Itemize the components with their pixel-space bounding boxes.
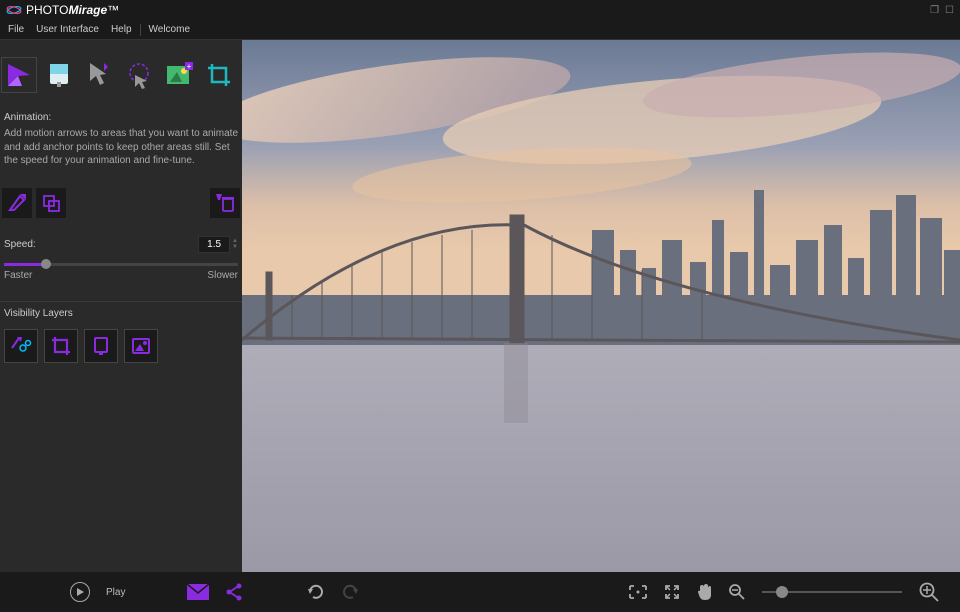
duplicate-tool[interactable] [36,188,66,218]
speed-slider-labels: Faster Slower [0,268,242,297]
main-area: + Animation: Add motion arrows to areas … [0,40,960,572]
speed-slower-label: Slower [207,270,238,281]
anchor-tool[interactable] [42,58,76,92]
visibility-title: Visibility Layers [0,306,242,321]
select-anchor-tool[interactable] [122,58,156,92]
select-arrow-tool[interactable] [82,58,116,92]
app-title: PHOTOMirage™ [26,3,119,17]
animation-title: Animation: [0,110,242,125]
delete-tool[interactable] [210,188,240,218]
crop-tool[interactable] [202,58,236,92]
share-icon[interactable] [225,583,243,601]
visibility-row [0,321,242,371]
undo-icon[interactable] [305,582,325,602]
speed-label: Speed: [4,239,36,250]
visibility-image-btn[interactable] [124,329,158,363]
bottom-bar: Play [0,572,960,612]
menu-file[interactable]: File [2,22,30,37]
window-controls: ❐ ☐ [930,5,954,16]
motion-arrow-tool[interactable] [2,58,36,92]
visibility-crop-btn[interactable] [44,329,78,363]
email-icon[interactable] [187,584,209,600]
sidebar: + Animation: Add motion arrows to areas … [0,40,242,572]
svg-text:+: + [187,62,192,71]
speed-faster-label: Faster [4,270,32,281]
speed-row: Speed: 1.5 ▲▼ [0,224,242,257]
speed-spinner[interactable]: ▲▼ [232,238,238,250]
animation-desc: Add motion arrows to areas that you want… [0,125,242,182]
mask-tool[interactable]: + [162,58,196,92]
zoom-slider-thumb[interactable] [776,586,788,598]
canvas-image [242,40,960,572]
pan-hand-icon[interactable] [696,583,712,601]
menu-bar: File User Interface Help Welcome [0,20,960,40]
main-tool-row: + [0,40,242,110]
visibility-mask-btn[interactable] [84,329,118,363]
restore-window-icon[interactable]: ❐ [930,5,939,16]
fit-screen-icon[interactable] [628,584,648,600]
menu-user-interface[interactable]: User Interface [30,22,105,37]
zoom-slider[interactable] [762,591,902,593]
title-bar: PHOTOMirage™ ❐ ☐ [0,0,960,20]
menu-welcome[interactable]: Welcome [143,22,197,37]
arrow-selected-tool[interactable] [2,188,32,218]
speed-slider[interactable] [4,263,238,266]
logo-icon [6,2,22,18]
canvas[interactable] [242,40,960,572]
speed-slider-thumb[interactable] [41,259,51,269]
speed-value[interactable]: 1.5 [198,236,230,253]
sub-tool-row [0,182,242,224]
fullscreen-icon[interactable] [664,584,680,600]
sidebar-divider [0,301,242,302]
maximize-window-icon[interactable]: ☐ [945,5,954,16]
play-button[interactable] [70,582,90,602]
menu-help[interactable]: Help [105,22,138,37]
zoom-in-icon[interactable] [918,581,940,603]
menu-divider [140,24,141,36]
zoom-out-icon[interactable] [728,583,746,601]
play-label: Play [106,587,125,598]
visibility-arrows-btn[interactable] [4,329,38,363]
app-logo: PHOTOMirage™ [6,2,119,18]
redo-icon[interactable] [341,582,361,602]
